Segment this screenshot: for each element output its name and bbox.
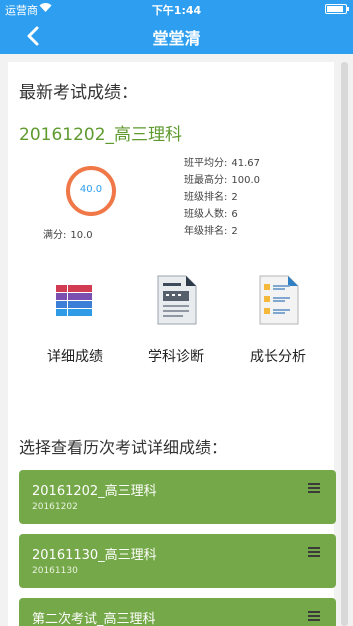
battery-icon: [325, 4, 349, 14]
subject-diagnosis-label: 学科诊断: [148, 349, 204, 365]
document-icon: [157, 275, 197, 325]
stat-value: 2: [231, 192, 238, 203]
history-section-title: 选择查看历次考试详细成绩：: [19, 438, 228, 457]
stat-value: 100.0: [231, 175, 261, 186]
subject-diagnosis-button[interactable]: 学科诊断: [136, 274, 216, 366]
stat-label: 班级人数:: [184, 209, 228, 220]
growth-analysis-button[interactable]: 成长分析: [238, 274, 318, 366]
exam-item-date: 20161130: [32, 566, 78, 576]
stat-value: 2: [231, 226, 238, 237]
stat-label: 年级排名:: [184, 226, 228, 237]
status-time: 下午1:44: [151, 4, 202, 17]
exam-item-name: 第二次考试_高三理科: [32, 612, 156, 626]
exam-item-date: 20161202: [32, 502, 78, 512]
menu-icon[interactable]: [308, 547, 320, 557]
full-score: 满分: 10.0: [43, 226, 93, 241]
stat-row: 年级排名: 2: [184, 223, 260, 240]
growth-analysis-label: 成长分析: [250, 349, 306, 365]
exam-list-item[interactable]: 20161130_高三理科 20161130: [19, 534, 336, 588]
detailed-scores-label: 详细成绩: [47, 349, 103, 365]
full-score-label: 满分:: [43, 230, 67, 241]
exam-list-item[interactable]: 第二次考试_高三理科: [19, 598, 336, 626]
menu-icon[interactable]: [308, 483, 320, 493]
menu-icon[interactable]: [308, 611, 320, 621]
stat-row: 班最高分: 100.0: [184, 172, 260, 189]
stat-value: 41.67: [231, 158, 261, 169]
stat-row: 班平均分: 41.67: [184, 155, 260, 172]
stat-label: 班最高分:: [184, 175, 228, 186]
stat-value: 6: [231, 209, 238, 220]
latest-exam-name: 20161202_高三理科: [19, 125, 183, 145]
analysis-report-icon: [259, 275, 299, 325]
score-ring: 40.0: [66, 166, 116, 216]
latest-section-title: 最新考试成绩：: [19, 83, 138, 103]
stat-label: 班平均分:: [184, 158, 228, 169]
scrollbar[interactable]: [341, 62, 348, 626]
exam-item-name: 20161202_高三理科: [32, 484, 157, 499]
grid-table-icon: [55, 284, 93, 318]
score-value: 40.0: [79, 184, 103, 195]
navigation-bar: 堂堂清: [0, 18, 353, 54]
class-stats: 班平均分: 41.67 班最高分: 100.0 班级排名: 2 班级人数: 6 年级排名…: [184, 155, 260, 240]
full-score-value: 10.0: [70, 230, 93, 241]
detailed-scores-button[interactable]: 详细成绩: [35, 274, 115, 366]
page-title: 堂堂清: [152, 29, 201, 48]
stat-row: 班级排名: 2: [184, 189, 260, 206]
exam-list-item[interactable]: 20161202_高三理科 20161202: [19, 470, 336, 524]
stat-label: 班级排名:: [184, 192, 228, 203]
exam-item-name: 20161130_高三理科: [32, 548, 157, 563]
stat-row: 班级人数: 6: [184, 206, 260, 223]
status-bar: 运营商 下午1:44: [0, 0, 353, 18]
